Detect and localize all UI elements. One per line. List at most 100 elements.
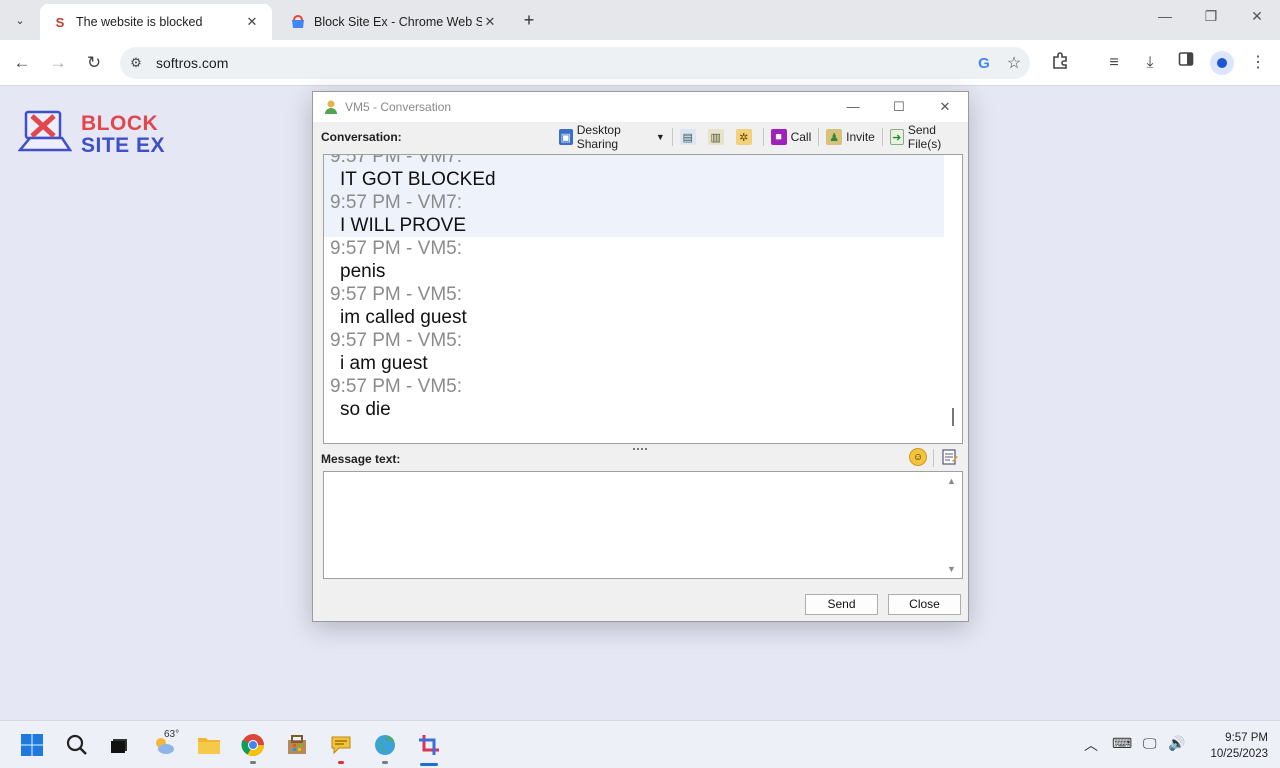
video-camera-icon: ■ (770, 129, 787, 145)
desktop-sharing-button[interactable]: ▣ Desktop Sharing ▼ (555, 123, 669, 151)
chat-message: 9:57 PM - VM5: im called guest (324, 283, 944, 329)
back-icon[interactable]: ← (10, 51, 34, 75)
dialog-title-bar[interactable]: VM5 - Conversation — ☐ ✕ (313, 92, 968, 122)
chat-message: 9:57 PM - VM5: so die (324, 375, 944, 421)
message-text: i am guest (340, 353, 428, 374)
chat-message: 9:57 PM - VM5: i am guest (324, 329, 944, 375)
invite-button[interactable]: ♟ Invite (822, 126, 879, 148)
site-info-icon[interactable]: ⚙ (120, 55, 152, 71)
tab-search-chevron-icon[interactable]: ⌄ (8, 8, 32, 32)
message-text: penis (340, 261, 386, 282)
taskbar-clock[interactable]: 9:57 PM 10/25/2023 (1196, 730, 1268, 762)
desktop-sharing-label: Desktop Sharing (576, 123, 621, 151)
invite-users-icon: ♟ (826, 129, 843, 145)
file-explorer-icon[interactable] (195, 731, 223, 759)
log-button[interactable]: ▥ (704, 126, 732, 148)
url-text[interactable]: softros.com (152, 55, 970, 71)
windows-taskbar: 63° ︿ ⌨ 🖵 🔊 9:57 PM 10/25/2023 (0, 720, 1280, 768)
user-app-icon (325, 100, 337, 114)
download-icon[interactable]: ⤓ (1138, 51, 1162, 75)
logo-text-site-ex: SITE EX (81, 134, 166, 157)
windows-start-icon[interactable] (18, 731, 46, 759)
history-button[interactable]: ▤ (676, 126, 704, 148)
bookmark-star-icon[interactable]: ☆ (998, 53, 1030, 73)
network-monitor-icon[interactable]: 🖵 (1143, 735, 1157, 752)
chrome-icon[interactable] (239, 731, 267, 759)
message-scrollbar[interactable]: ▲ ▼ (944, 472, 962, 578)
close-button[interactable]: Close (888, 594, 961, 615)
dialog-title: VM5 - Conversation (345, 100, 452, 114)
scrollbar-thumb[interactable] (952, 408, 954, 426)
extensions-icon[interactable] (1048, 51, 1072, 75)
conversation-log[interactable]: 9:57 PM - VM7: IT GOT BLOCKEd 9:57 PM - … (323, 154, 963, 444)
text-format-icon[interactable] (941, 448, 959, 466)
menu-kebab-icon[interactable]: ⋮ (1246, 51, 1270, 75)
send-files-button[interactable]: ➜ Send File(s) (886, 123, 968, 151)
call-button[interactable]: ■ Call (767, 126, 816, 148)
address-bar[interactable]: ⚙ softros.com G ☆ (120, 47, 1030, 79)
message-input[interactable] (324, 472, 944, 576)
settings-button[interactable]: ✲ (732, 126, 760, 148)
chat-message: 9:57 PM - VM5: penis (324, 237, 944, 283)
send-button[interactable]: Send (805, 594, 878, 615)
weather-temperature: 63° (164, 729, 180, 740)
search-icon[interactable] (63, 731, 91, 759)
smiley-icon[interactable]: ☺ (909, 448, 927, 466)
app-running-indicator (338, 761, 344, 764)
message-text: I WILL PROVE (340, 215, 466, 236)
dropdown-arrow-icon[interactable]: ▼ (656, 132, 665, 142)
tab-chrome-web-store[interactable]: Block Site Ex - Chrome Web Store ✕ (278, 4, 510, 40)
tab-title: Block Site Ex - Chrome Web Store (314, 15, 482, 29)
scroll-up-arrow-icon[interactable]: ▲ (947, 476, 956, 486)
send-file-icon: ➜ (889, 129, 904, 145)
show-hidden-icons-chevron-icon[interactable]: ︿ (1084, 735, 1098, 755)
message-input-box[interactable]: ▲ ▼ (323, 471, 963, 579)
dialog-minimize-icon[interactable]: — (830, 92, 876, 122)
app-running-indicator (250, 761, 256, 764)
browser-toolbar: ← → ↻ ⚙ softros.com G ☆ ≡ ⤓ ⋮ (0, 40, 1280, 86)
app-running-indicator (382, 761, 388, 764)
network-globe-icon[interactable] (371, 731, 399, 759)
history-icon: ▤ (679, 129, 696, 145)
message-meta: 9:57 PM - VM7: (330, 154, 462, 167)
message-text: im called guest (340, 307, 467, 328)
call-label: Call (790, 130, 812, 144)
chrome-web-store-favicon-icon (290, 14, 306, 30)
store-bag-icon[interactable] (283, 731, 311, 759)
conversation-toolbar: ▣ Desktop Sharing ▼ ▤ ▥ ✲ ■ Call ♟ Invit… (555, 123, 968, 151)
message-meta: 9:57 PM - VM5: (330, 330, 462, 351)
side-panel-icon[interactable] (1174, 51, 1198, 75)
chat-message: 9:57 PM - VM7: IT GOT BLOCKEd (324, 154, 944, 191)
minimize-icon[interactable]: — (1150, 8, 1180, 32)
active-app-indicator (420, 763, 438, 766)
task-view-icon[interactable] (106, 731, 134, 759)
window-close-icon[interactable]: ✕ (1242, 8, 1272, 32)
new-tab-button[interactable]: + (518, 10, 540, 32)
message-meta: 9:57 PM - VM5: (330, 284, 462, 305)
conversation-scrollbar[interactable] (944, 155, 962, 443)
message-meta: 9:57 PM - VM5: (330, 238, 462, 259)
toolbar-divider (818, 128, 820, 146)
message-meta: 9:57 PM - VM5: (330, 376, 462, 397)
snipping-tool-icon[interactable] (415, 731, 443, 759)
tab-close-icon[interactable]: ✕ (244, 14, 260, 30)
restore-icon[interactable]: ❐ (1196, 8, 1226, 32)
reload-icon[interactable]: ↻ (82, 51, 106, 75)
dialog-close-icon[interactable]: ✕ (922, 92, 968, 122)
tab-close-icon[interactable]: ✕ (482, 14, 498, 30)
clock-time: 9:57 PM (1225, 732, 1268, 744)
dialog-maximize-icon[interactable]: ☐ (876, 92, 922, 122)
tab-blocked[interactable]: S The website is blocked ✕ (40, 4, 272, 40)
scroll-down-arrow-icon[interactable]: ▼ (947, 564, 956, 574)
media-control-icon[interactable]: ≡ (1102, 51, 1126, 75)
keyboard-icon[interactable]: ⌨ (1112, 735, 1132, 752)
browser-tab-strip: ⌄ S The website is blocked ✕ Block Site … (0, 0, 1280, 40)
profile-avatar-icon[interactable] (1210, 51, 1234, 75)
google-lens-icon[interactable]: G (970, 55, 998, 72)
volume-icon[interactable]: 🔊 (1168, 735, 1185, 752)
pane-splitter-handle[interactable] (633, 448, 647, 452)
gears-icon: ✲ (735, 129, 752, 145)
forward-icon[interactable]: → (46, 51, 70, 75)
desktop-sharing-icon: ▣ (559, 129, 573, 145)
messenger-app-icon[interactable] (327, 731, 355, 759)
